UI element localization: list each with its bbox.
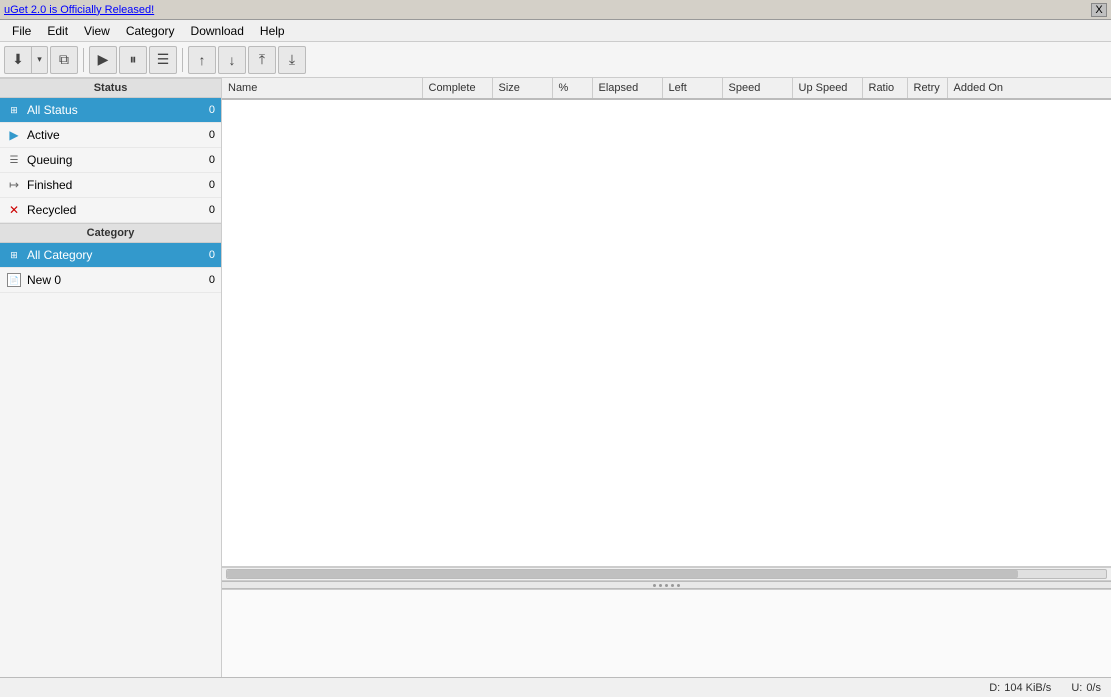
recycled-label: Recycled	[27, 203, 209, 217]
category-section-header: Category	[0, 223, 221, 243]
resize-dots	[653, 584, 680, 587]
table-header-row: Name Complete Size % Elapsed Left Speed …	[222, 78, 1111, 99]
col-header-elapsed[interactable]: Elapsed	[592, 78, 662, 99]
recycled-count: 0	[209, 204, 215, 216]
col-header-speed[interactable]: Speed	[722, 78, 792, 99]
title-text: uGet 2.0 is Officially Released!	[4, 4, 154, 16]
arrow-top-icon: ⤒	[259, 51, 265, 68]
col-header-name[interactable]: Name	[222, 78, 422, 99]
sidebar-item-queuing[interactable]: ☰ Queuing 0	[0, 148, 221, 173]
finished-count: 0	[209, 179, 215, 191]
menu-file[interactable]: File	[4, 22, 39, 40]
col-header-size[interactable]: Size	[492, 78, 552, 99]
resize-dot-1	[653, 584, 656, 587]
queuing-label: Queuing	[27, 153, 209, 167]
sidebar-item-new-0[interactable]: 📄 New 0 0	[0, 268, 221, 293]
all-category-icon: ⊞	[6, 247, 22, 263]
menu-edit[interactable]: Edit	[39, 22, 76, 40]
menu-download[interactable]: Download	[183, 22, 252, 40]
new-0-label: New 0	[27, 273, 209, 287]
col-header-addedon[interactable]: Added On	[947, 78, 1111, 99]
main-content: Status ⊞ All Status 0 ▶ Active 0 ☰ Queui…	[0, 78, 1111, 677]
all-category-label: All Category	[27, 248, 209, 262]
arrow-down-icon: ↓	[229, 52, 236, 68]
all-category-count: 0	[209, 249, 215, 261]
active-count: 0	[209, 129, 215, 141]
resize-dot-5	[677, 584, 680, 587]
download-speed-status: D: 104 KiB/s	[989, 682, 1051, 694]
new-download-icon: ⬇	[12, 51, 24, 68]
arrow-up-icon: ↑	[199, 52, 206, 68]
upload-speed-status: U: 0/s	[1071, 682, 1101, 694]
upload-speed-value: 0/s	[1086, 682, 1101, 694]
menu-bar: File Edit View Category Download Help	[0, 20, 1111, 42]
close-button[interactable]: X	[1091, 3, 1107, 17]
horizontal-scrollbar-area[interactable]	[222, 567, 1111, 581]
all-status-label: All Status	[27, 103, 209, 117]
log-panel	[222, 589, 1111, 677]
start-button[interactable]: ▶	[89, 46, 117, 74]
sidebar-item-active[interactable]: ▶ Active 0	[0, 123, 221, 148]
new-download-button[interactable]: ⬇	[4, 46, 32, 74]
col-header-complete[interactable]: Complete	[422, 78, 492, 99]
arrow-bottom-icon: ⤓	[289, 51, 295, 68]
toolbar-separator-1	[83, 48, 84, 72]
dropdown-arrow-icon: ▾	[37, 54, 42, 65]
move-bottom-button[interactable]: ⤓	[278, 46, 306, 74]
clipboard-icon: ⧉	[59, 51, 69, 68]
queuing-count: 0	[209, 154, 215, 166]
status-bar: D: 104 KiB/s U: 0/s	[0, 677, 1111, 697]
col-header-ratio[interactable]: Ratio	[862, 78, 907, 99]
col-header-left[interactable]: Left	[662, 78, 722, 99]
new-0-icon: 📄	[6, 272, 22, 288]
finished-label: Finished	[27, 178, 209, 192]
all-status-count: 0	[209, 104, 215, 116]
new-download-dropdown-button[interactable]: ▾	[32, 46, 48, 74]
toolbar-separator-2	[182, 48, 183, 72]
active-label: Active	[27, 128, 209, 142]
right-panel: Name Complete Size % Elapsed Left Speed …	[222, 78, 1111, 677]
active-icon: ▶	[6, 127, 22, 143]
menu-help[interactable]: Help	[252, 22, 293, 40]
download-speed-label: D:	[989, 682, 1000, 694]
resize-dot-2	[659, 584, 662, 587]
properties-icon: ☰	[157, 51, 170, 68]
play-icon: ▶	[98, 51, 109, 68]
properties-button[interactable]: ☰	[149, 46, 177, 74]
new-clipboard-button[interactable]: ⧉	[50, 46, 78, 74]
new-download-group: ⬇ ▾	[4, 46, 48, 74]
recycled-icon: ✕	[6, 202, 22, 218]
move-up-button[interactable]: ↑	[188, 46, 216, 74]
sidebar-item-all-category[interactable]: ⊞ All Category 0	[0, 243, 221, 268]
menu-category[interactable]: Category	[118, 22, 183, 40]
scrollbar-thumb[interactable]	[227, 570, 1018, 578]
move-top-button[interactable]: ⤒	[248, 46, 276, 74]
move-down-button[interactable]: ↓	[218, 46, 246, 74]
queuing-icon: ☰	[6, 152, 22, 168]
sidebar: Status ⊞ All Status 0 ▶ Active 0 ☰ Queui…	[0, 78, 222, 677]
toolbar: ⬇ ▾ ⧉ ▶ ⏸ ☰ ↑ ↓ ⤒ ⤓	[0, 42, 1111, 78]
downloads-table: Name Complete Size % Elapsed Left Speed …	[222, 78, 1111, 100]
upload-speed-label: U:	[1071, 682, 1082, 694]
title-bar: uGet 2.0 is Officially Released! X	[0, 0, 1111, 20]
horizontal-scrollbar[interactable]	[226, 569, 1107, 579]
download-speed-value: 104 KiB/s	[1004, 682, 1051, 694]
panel-resize-handle[interactable]	[222, 581, 1111, 589]
pause-icon: ⏸	[130, 51, 137, 68]
col-header-percent[interactable]: %	[552, 78, 592, 99]
new-0-count: 0	[209, 274, 215, 286]
pause-button[interactable]: ⏸	[119, 46, 147, 74]
finished-icon: ↦	[6, 177, 22, 193]
download-table[interactable]: Name Complete Size % Elapsed Left Speed …	[222, 78, 1111, 567]
col-header-retry[interactable]: Retry	[907, 78, 947, 99]
menu-view[interactable]: View	[76, 22, 118, 40]
sidebar-item-recycled[interactable]: ✕ Recycled 0	[0, 198, 221, 223]
all-status-icon: ⊞	[6, 102, 22, 118]
resize-dot-3	[665, 584, 668, 587]
sidebar-item-finished[interactable]: ↦ Finished 0	[0, 173, 221, 198]
col-header-upspeed[interactable]: Up Speed	[792, 78, 862, 99]
status-section-header: Status	[0, 78, 221, 98]
resize-dot-4	[671, 584, 674, 587]
sidebar-item-all-status[interactable]: ⊞ All Status 0	[0, 98, 221, 123]
